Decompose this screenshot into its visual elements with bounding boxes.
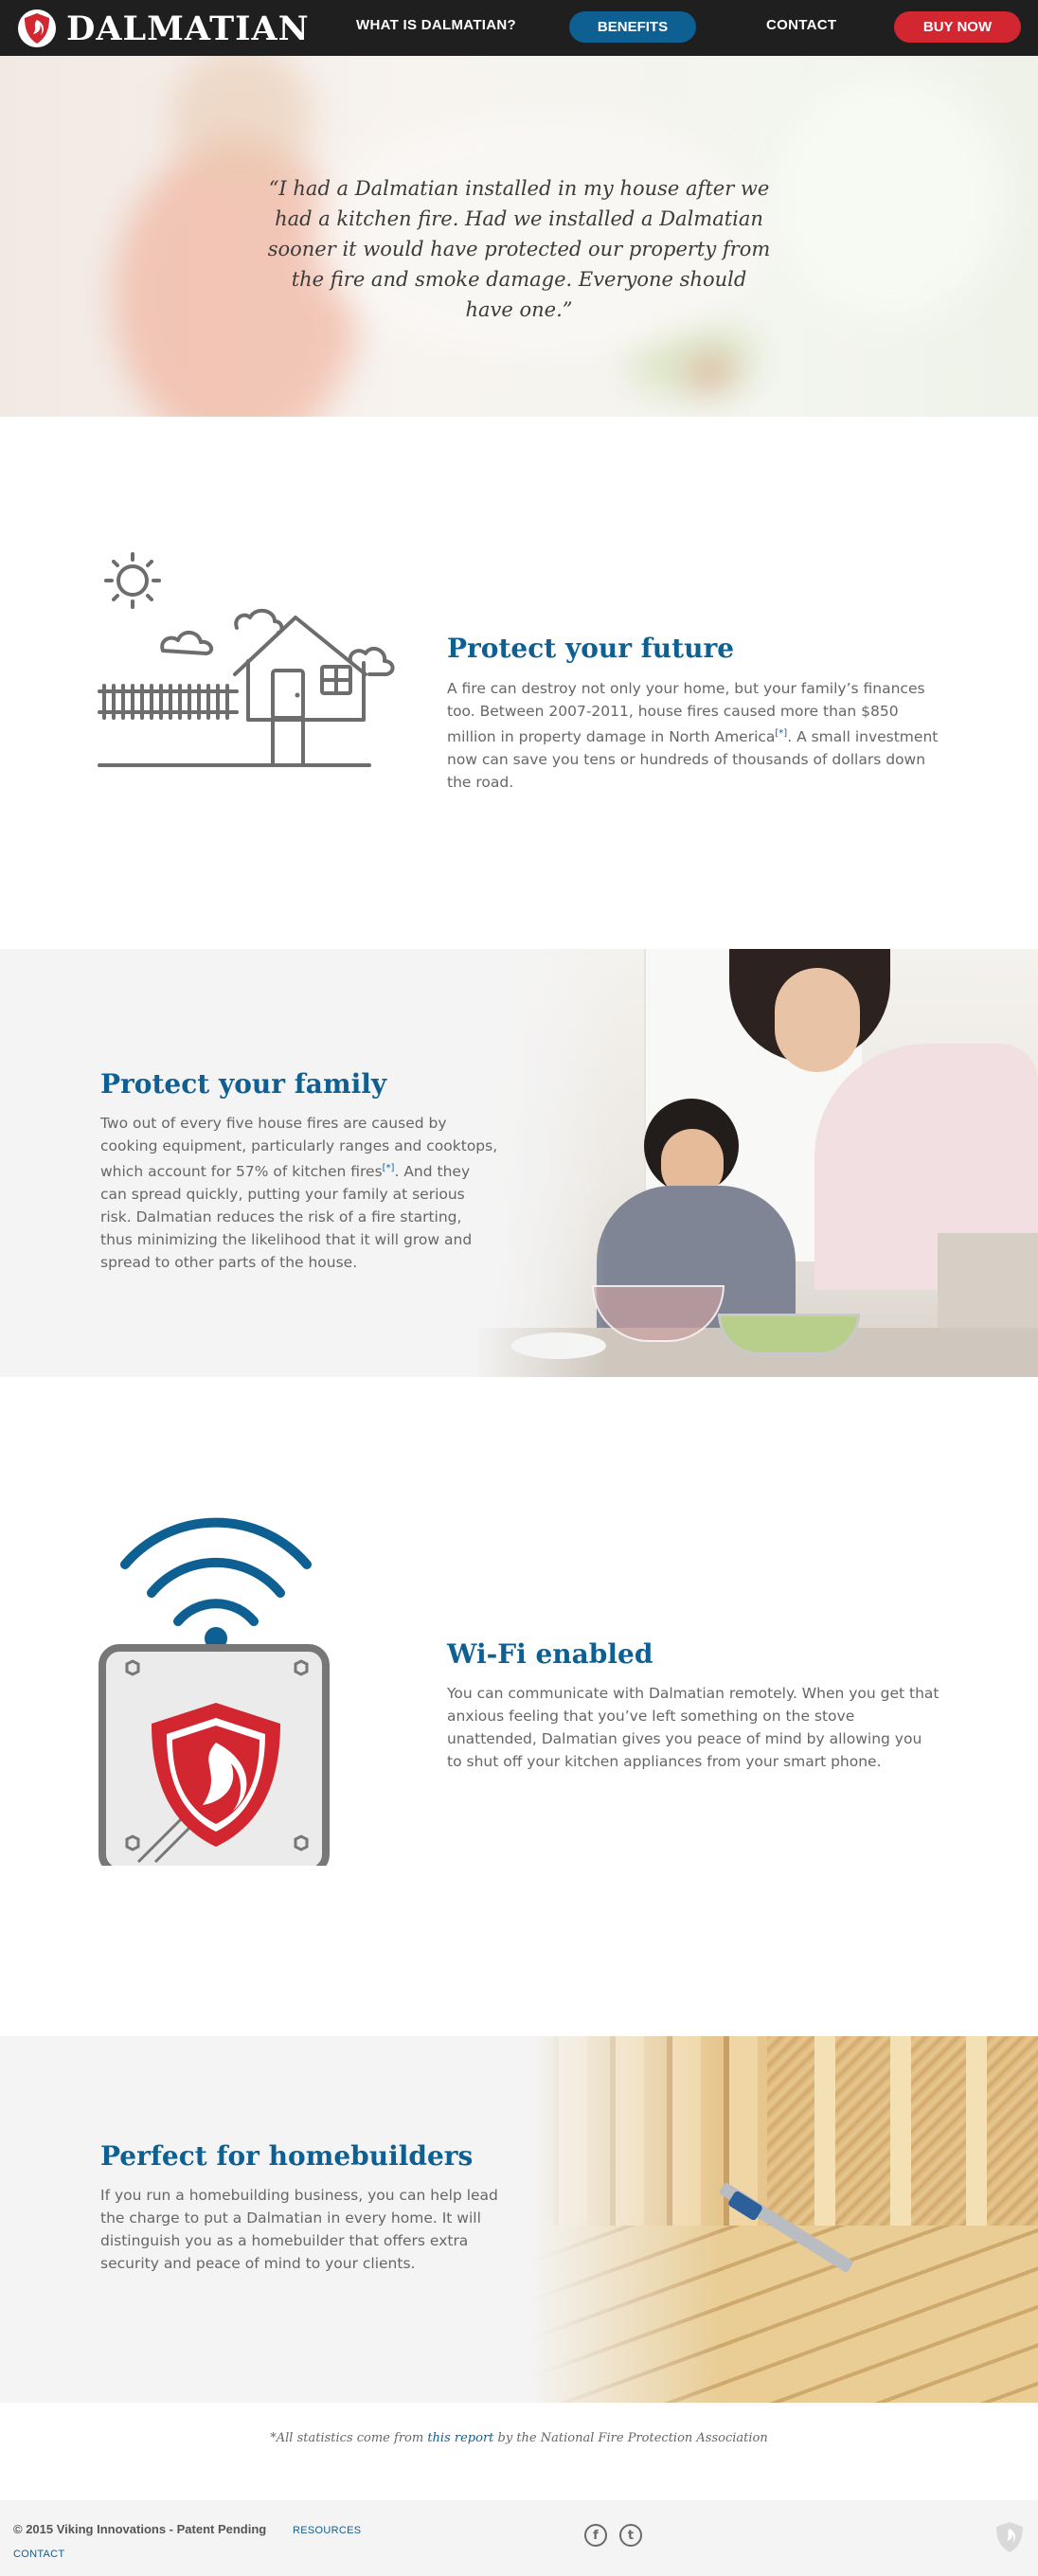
section-body: You can communicate with Dalmatian remot…	[447, 1685, 940, 1770]
hero-background-fruit	[691, 359, 729, 387]
photo-fade	[530, 2036, 720, 2403]
section-homebuilders: Perfect for homebuilders If you run a ho…	[0, 2036, 1038, 2403]
wifi-device-icon	[98, 1517, 330, 1866]
twitter-icon[interactable]: t	[619, 2524, 642, 2547]
photo-mother-face	[775, 968, 860, 1072]
brand-logo[interactable]: DALMATIAN	[17, 9, 310, 48]
section-title: Perfect for homebuilders	[100, 2140, 474, 2172]
dalmatian-shield-icon	[996, 2522, 1023, 2552]
section-body: If you run a homebuilding business, you …	[100, 2187, 498, 2272]
testimonial-hero: “I had a Dalmatian installed in my house…	[0, 56, 1038, 417]
section-protect-future: Protect your future A fire can destroy n…	[0, 417, 1038, 949]
nav-benefits-button[interactable]: BENEFITS	[569, 11, 696, 43]
top-navigation: DALMATIAN WHAT IS DALMATIAN? BENEFITS CO…	[0, 0, 1038, 56]
house-framing-lumber-photo	[530, 2036, 1038, 2403]
mother-and-son-cooking-photo	[474, 949, 1038, 1377]
photo-stud-3	[966, 2036, 987, 2254]
nav-contact[interactable]: CONTACT	[766, 17, 836, 33]
hero-background-window	[777, 75, 1004, 321]
section-wifi-enabled: Wi-Fi enabled You can communicate with D…	[0, 1377, 1038, 2036]
facebook-icon[interactable]: f	[584, 2524, 607, 2547]
brand-name: DALMATIAN	[66, 9, 310, 48]
report-link[interactable]: this report	[427, 2431, 493, 2445]
dalmatian-shield-icon	[18, 9, 56, 47]
photo-salad-bowl	[718, 1314, 860, 1355]
section-title: Wi-Fi enabled	[447, 1638, 653, 1670]
page-footer: © 2015 Viking Innovations - Patent Pendi…	[0, 2500, 1038, 2576]
section-title: Protect your family	[100, 1068, 387, 1100]
reference-link[interactable]: [*]	[775, 728, 787, 739]
section-title: Protect your future	[447, 633, 735, 664]
nav-what-is-dalmatian[interactable]: WHAT IS DALMATIAN?	[356, 17, 516, 33]
testimonial-quote: “I had a Dalmatian installed in my house…	[267, 177, 771, 321]
photo-stud-2	[890, 2036, 911, 2254]
house-icon	[98, 552, 395, 767]
buy-now-button[interactable]: BUY NOW	[894, 11, 1021, 43]
section-body: A fire can destroy not only your home, b…	[447, 680, 939, 792]
section-protect-family: Protect your family Two out of every fiv…	[0, 949, 1038, 1377]
reference-link[interactable]: [*]	[383, 1163, 395, 1173]
copyright-text: © 2015 Viking Innovations - Patent Pendi…	[13, 2522, 267, 2536]
statistics-footnote: *All statistics come from this report by…	[270, 2431, 768, 2445]
footer-contact-link[interactable]: CONTACT	[13, 2549, 64, 2560]
footer-resources-link[interactable]: RESOURCES	[293, 2525, 361, 2536]
section-body: Two out of every five house fires are ca…	[100, 1115, 498, 1272]
photo-stud-1	[814, 2036, 835, 2254]
